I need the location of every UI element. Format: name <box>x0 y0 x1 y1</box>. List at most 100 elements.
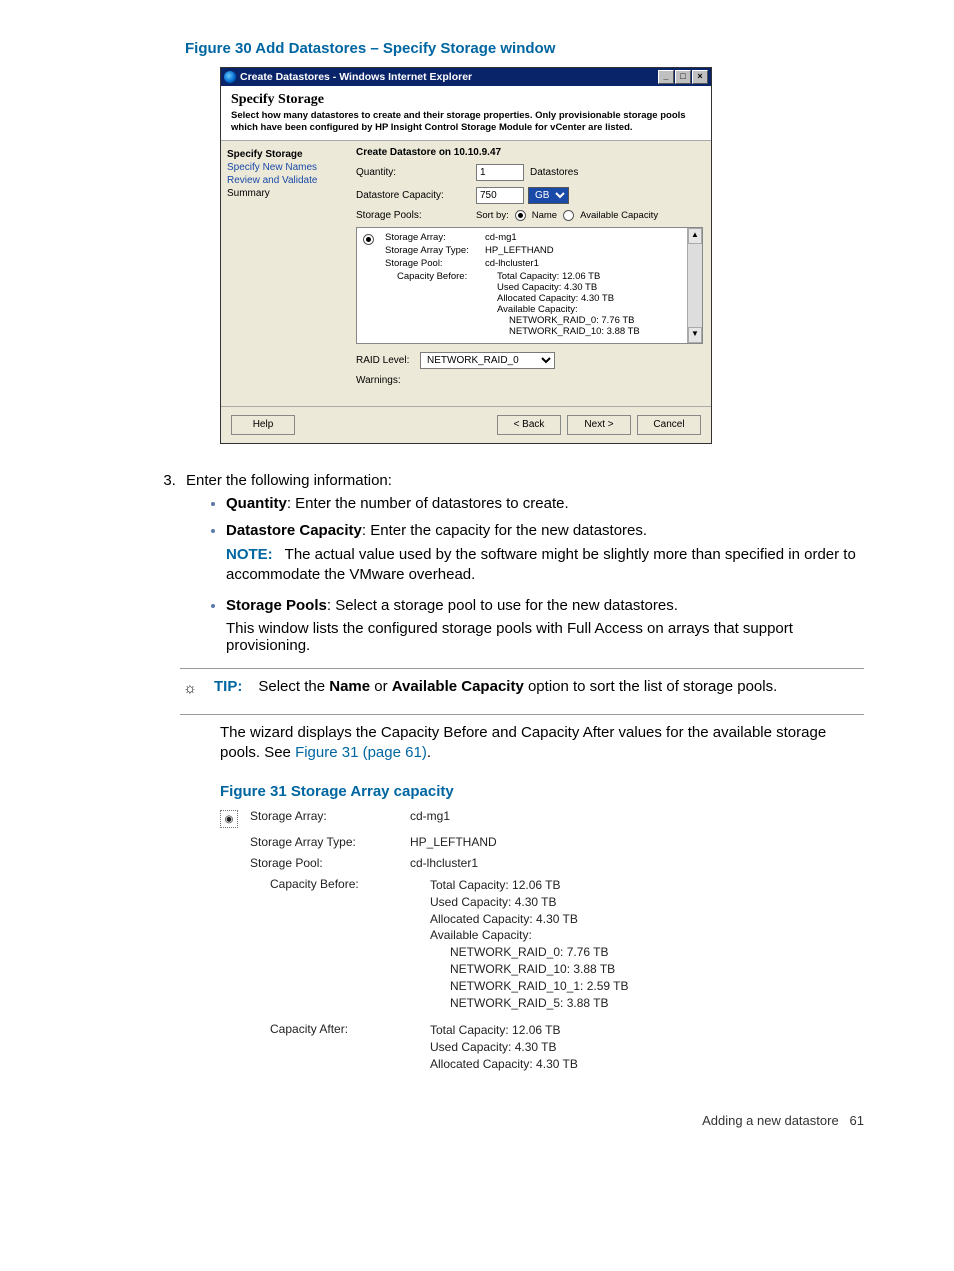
tip-text-a: Select the <box>258 678 329 695</box>
raid-level-label: RAID Level: <box>356 355 414 366</box>
figure-31-block: ◉ Storage Array: cd-mg1 Storage Array Ty… <box>220 808 670 1073</box>
detail-after-total: Total Capacity: 12.06 TB <box>430 1022 670 1039</box>
figure-31-link[interactable]: Figure 31 (page 61) <box>295 744 427 761</box>
detail-before-r10: NETWORK_RAID_10: 3.88 TB <box>430 961 670 978</box>
sortby-avail-label: Available Capacity <box>580 210 658 221</box>
tip-callout: ☼ TIP:Select the Name or Available Capac… <box>180 677 864 699</box>
bullet-capacity: Datastore Capacity: Enter the capacity f… <box>226 522 864 586</box>
detail-before-label: Capacity Before: <box>250 876 430 891</box>
nav-review-validate[interactable]: Review and Validate <box>227 175 342 186</box>
pool-array-value: cd-mg1 <box>485 232 684 243</box>
page-footer: Adding a new datastore 61 <box>90 1113 864 1128</box>
sortby-avail-radio[interactable] <box>563 210 574 221</box>
step-3-sublist: Quantity: Enter the number of datastores… <box>208 495 864 655</box>
detail-before-total: Total Capacity: 12.06 TB <box>430 877 670 894</box>
scroll-down-icon[interactable]: ▼ <box>688 327 702 343</box>
detail-after-label: Capacity After: <box>250 1021 430 1036</box>
quantity-input[interactable] <box>476 164 524 181</box>
sortby-name-radio[interactable] <box>515 210 526 221</box>
bullet-quantity-text: : Enter the number of datastores to crea… <box>287 495 569 512</box>
detail-pool-value: cd-lhcluster1 <box>410 855 670 870</box>
bullet-quantity: Quantity: Enter the number of datastores… <box>226 495 864 512</box>
note-label: NOTE: <box>226 546 273 563</box>
pool-type-value: HP_LEFTHAND <box>485 245 684 256</box>
detail-before-values: Total Capacity: 12.06 TB Used Capacity: … <box>430 876 670 1011</box>
pool-before-label: Capacity Before: <box>385 271 497 337</box>
note-block: NOTE:The actual value used by the softwa… <box>226 545 864 586</box>
detail-before-r101: NETWORK_RAID_10_1: 2.59 TB <box>430 978 670 995</box>
quantity-unit: Datastores <box>530 167 578 178</box>
wizard-body: Specify Storage Specify New Names Review… <box>221 141 711 406</box>
pools-label: Storage Pools: <box>356 210 476 221</box>
nav-specify-new-names[interactable]: Specify New Names <box>227 162 342 173</box>
separator <box>180 668 864 669</box>
close-button[interactable]: × <box>692 70 708 84</box>
detail-before-r5: NETWORK_RAID_5: 3.88 TB <box>430 995 670 1012</box>
figure-30-caption: Figure 30 Add Datastores – Specify Stora… <box>185 40 864 57</box>
detail-before-used: Used Capacity: 4.30 TB <box>430 894 670 911</box>
bullet-pools: Storage Pools: Select a storage pool to … <box>226 597 864 654</box>
pool-array-label: Storage Array: <box>385 232 485 243</box>
capacity-unit-select[interactable]: GB <box>528 187 569 204</box>
detail-pool-label: Storage Pool: <box>250 855 410 870</box>
bullet-capacity-text: : Enter the capacity for the new datasto… <box>362 522 647 539</box>
tip-name-bold: Name <box>329 678 370 695</box>
raid-level-select[interactable]: NETWORK_RAID_0 <box>420 352 555 369</box>
pool-type-label: Storage Array Type: <box>385 245 485 256</box>
pool-before-alloc: Allocated Capacity: 4.30 TB <box>497 293 684 304</box>
nav-specify-storage[interactable]: Specify Storage <box>227 149 342 160</box>
tip-text-c: option to sort the list of storage pools… <box>524 678 777 695</box>
detail-before-r0: NETWORK_RAID_0: 7.76 TB <box>430 944 670 961</box>
tip-icon: ☼ <box>180 677 200 699</box>
post-tip-b: . <box>427 744 431 761</box>
warnings-label: Warnings: <box>356 375 703 386</box>
back-button[interactable]: < Back <box>497 415 561 435</box>
pool-before-r10: NETWORK_RAID_10: 3.88 TB <box>497 326 684 337</box>
minimize-button[interactable]: _ <box>658 70 674 84</box>
screenshot-frame: Create Datastores - Windows Internet Exp… <box>220 67 712 444</box>
bullet-capacity-label: Datastore Capacity <box>226 522 362 539</box>
tip-avail-bold: Available Capacity <box>392 678 524 695</box>
wizard-nav: Specify Storage Specify New Names Review… <box>221 141 348 406</box>
bullet-quantity-label: Quantity <box>226 495 287 512</box>
storage-pool-list: ▲ ▼ Storage Array:cd-mg1 Storage Array T… <box>356 227 703 344</box>
post-tip-paragraph: The wizard displays the Capacity Before … <box>220 723 864 764</box>
detail-array-value: cd-mg1 <box>410 808 670 823</box>
maximize-button[interactable]: □ <box>675 70 691 84</box>
pool-before-total: Total Capacity: 12.06 TB <box>497 271 684 282</box>
scroll-up-icon[interactable]: ▲ <box>688 228 702 244</box>
quantity-label: Quantity: <box>356 167 476 178</box>
wizard-content: Create Datastore on 10.10.9.47 Quantity:… <box>348 141 711 406</box>
next-button[interactable]: Next > <box>567 415 631 435</box>
window-title: Create Datastores - Windows Internet Exp… <box>240 71 472 83</box>
pool-radio[interactable] <box>363 234 374 245</box>
capacity-input[interactable] <box>476 187 524 204</box>
ie-icon <box>224 71 236 83</box>
wizard-header: Specify Storage Select how many datastor… <box>221 86 711 141</box>
step-3-intro: Enter the following information: <box>186 472 392 489</box>
detail-before-alloc: Allocated Capacity: 4.30 TB <box>430 911 670 928</box>
step-3: Enter the following information: Quantit… <box>180 472 864 655</box>
tip-text-b: or <box>370 678 392 695</box>
footer-section: Adding a new datastore <box>702 1113 839 1128</box>
detail-array-label: Storage Array: <box>250 808 410 823</box>
note-text: The actual value used by the software mi… <box>226 546 856 583</box>
step-list: Enter the following information: Quantit… <box>132 472 864 655</box>
detail-after-used: Used Capacity: 4.30 TB <box>430 1039 670 1056</box>
detail-radio[interactable]: ◉ <box>220 810 238 828</box>
pool-name-label: Storage Pool: <box>385 258 485 269</box>
help-button[interactable]: Help <box>231 415 295 435</box>
pool-before-used: Used Capacity: 4.30 TB <box>497 282 684 293</box>
cancel-button[interactable]: Cancel <box>637 415 701 435</box>
wizard-description: Select how many datastores to create and… <box>231 110 701 134</box>
bullet-pools-label: Storage Pools <box>226 597 327 614</box>
detail-before-avail: Available Capacity: <box>430 927 670 944</box>
figure-31-caption: Figure 31 Storage Array capacity <box>220 783 864 800</box>
nav-summary[interactable]: Summary <box>227 188 342 199</box>
scrollbar[interactable]: ▲ ▼ <box>687 228 702 343</box>
wizard-footer: Help < Back Next > Cancel <box>221 406 711 443</box>
bullet-pools-followup: This window lists the configured storage… <box>226 620 864 654</box>
detail-type-label: Storage Array Type: <box>250 834 410 849</box>
detail-after-values: Total Capacity: 12.06 TB Used Capacity: … <box>430 1021 670 1072</box>
pool-before-r0: NETWORK_RAID_0: 7.76 TB <box>497 315 684 326</box>
